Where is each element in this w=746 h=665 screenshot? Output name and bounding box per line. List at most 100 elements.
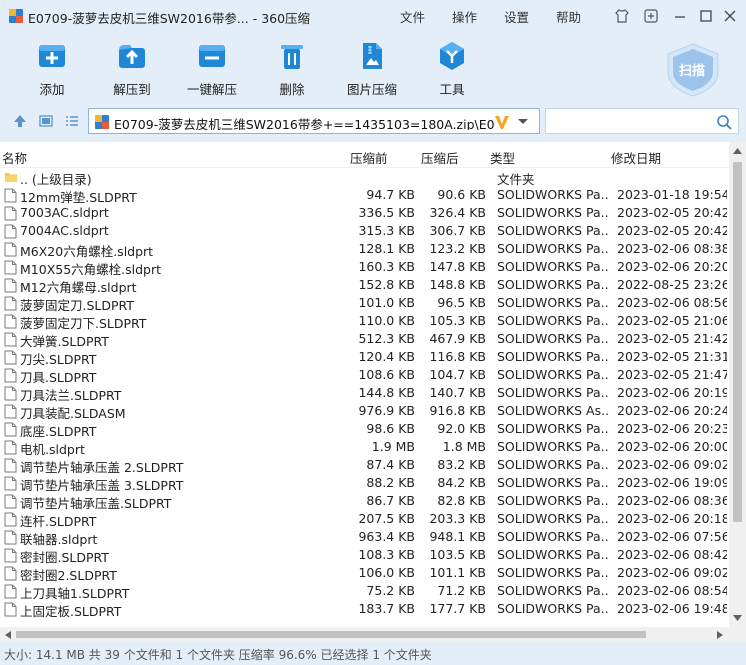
horizontal-scrollbar[interactable]: [0, 627, 729, 642]
address-field[interactable]: E0709-菠萝去皮机三维SW2016带参+==1435103=180A.zip…: [88, 108, 540, 134]
file-modified-date: 2023-02-06 08:56: [617, 295, 727, 310]
file-row[interactable]: M12六角螺母.sldprt 152.8 KB 148.8 KB SOLIDWORKS…: [0, 276, 728, 295]
col-date-header[interactable]: 修改日期: [611, 148, 661, 167]
image-compress-label: 图片压缩: [346, 82, 397, 97]
file-row[interactable]: 密封圈.SLDPRT 108.3 KB 103.5 KB SOLIDWORKS Pa.…: [0, 546, 728, 565]
file-original-size: 177.7 KB: [429, 601, 486, 616]
file-compressed-size: 976.9 KB: [358, 403, 415, 418]
file-row[interactable]: M10X55六角螺栓.sldprt 160.3 KB 147.8 KB SOLIDWO…: [0, 258, 728, 277]
file-row[interactable]: 菠萝固定刀下.SLDPRT 110.0 KB 105.3 KB SOLIDWORKS …: [0, 312, 728, 331]
menu-file[interactable]: 文件: [400, 7, 425, 26]
search-box: [545, 108, 739, 134]
file-compressed-size: 315.3 KB: [358, 223, 415, 238]
file-compressed-size: 512.3 KB: [358, 331, 415, 346]
file-original-size: 467.9 KB: [429, 331, 486, 346]
file-icon: [4, 512, 18, 527]
file-modified-date: 2023-02-05 20:42: [617, 223, 727, 238]
file-compressed-size: 128.1 KB: [358, 241, 415, 256]
menu-operate[interactable]: 操作: [452, 7, 477, 26]
col-original-header[interactable]: 压缩后: [421, 148, 459, 167]
vertical-scrollbar[interactable]: [729, 142, 746, 627]
thumbnail-view-icon[interactable]: [38, 113, 54, 129]
file-icon: [4, 278, 18, 293]
menu-settings[interactable]: 设置: [504, 7, 529, 26]
file-row[interactable]: 刀具.SLDPRT 108.6 KB 104.7 KB SOLIDWORKS Pa..…: [0, 366, 728, 385]
minimize-icon[interactable]: [672, 8, 688, 24]
file-row[interactable]: 刀具装配.SLDASM 976.9 KB 916.8 KB SOLIDWORKS As…: [0, 402, 728, 421]
file-row[interactable]: 12mm弹垫.SLDPRT 94.7 KB 90.6 KB SOLIDWORKS Pa…: [0, 186, 728, 205]
file-original-size: 948.1 KB: [429, 529, 486, 544]
extract-to-button[interactable]: 解压到: [92, 40, 172, 98]
file-original-size: 71.2 KB: [437, 583, 486, 598]
col-type-header[interactable]: 类型: [490, 148, 515, 167]
up-arrow-icon[interactable]: [12, 113, 28, 129]
scroll-left-arrow-icon[interactable]: [5, 631, 11, 639]
file-modified-date: 2023-02-05 21:42: [617, 331, 727, 346]
verified-v-icon[interactable]: [493, 113, 511, 131]
file-row[interactable]: M6X20六角螺栓.sldprt 128.1 KB 123.2 KB SOLIDWOR…: [0, 240, 728, 259]
image-compress-button[interactable]: 图片压缩: [332, 40, 412, 98]
file-original-size: 148.8 KB: [429, 277, 486, 292]
file-row[interactable]: 上刀具轴1.SLDPRT 75.2 KB 71.2 KB SOLIDWORKS Pa.…: [0, 582, 728, 601]
file-type: SOLIDWORKS Pa...: [497, 205, 609, 220]
file-icon: [4, 260, 18, 275]
file-row[interactable]: 大弹簧.SLDPRT 512.3 KB 467.9 KB SOLIDWORKS Pa.…: [0, 330, 728, 349]
file-modified-date: 2023-02-06 09:02: [617, 457, 727, 472]
file-original-size: 147.8 KB: [429, 259, 486, 274]
delete-button[interactable]: 删除: [252, 40, 332, 98]
file-icon: [4, 224, 18, 239]
search-icon[interactable]: [716, 114, 732, 130]
maximize-icon[interactable]: [698, 8, 714, 24]
chevron-down-icon[interactable]: [517, 118, 529, 126]
file-row[interactable]: 密封圈2.SLDPRT 106.0 KB 101.1 KB SOLIDWORKS Pa…: [0, 564, 728, 583]
file-icon: [4, 548, 18, 563]
file-row[interactable]: 调节垫片轴承压盖 3.SLDPRT 88.2 KB 84.2 KB SOLIDWORK…: [0, 474, 728, 493]
list-view-icon[interactable]: [64, 113, 80, 129]
file-original-size: 96.5 KB: [437, 295, 486, 310]
file-row[interactable]: 刀具法兰.SLDPRT 144.8 KB 140.7 KB SOLIDWORKS Pa…: [0, 384, 728, 403]
feedback-icon[interactable]: [643, 8, 659, 24]
search-input[interactable]: [550, 112, 710, 130]
file-compressed-size: 108.3 KB: [358, 547, 415, 562]
file-row[interactable]: 调节垫片轴承压盖.SLDPRT 86.7 KB 82.8 KB SOLIDWORKS …: [0, 492, 728, 511]
file-row[interactable]: 7004AC.sldprt 315.3 KB 306.7 KB SOLIDWORKS …: [0, 222, 728, 240]
file-row[interactable]: 底座.SLDPRT 98.6 KB 92.0 KB SOLIDWORKS Pa... 2…: [0, 420, 728, 439]
scroll-up-arrow-icon[interactable]: [733, 148, 742, 154]
col-name-header[interactable]: 名称: [2, 148, 27, 167]
file-icon: [4, 440, 18, 455]
scroll-right-arrow-icon[interactable]: [717, 631, 723, 639]
file-row[interactable]: .. (上级目录) 文件夹: [0, 168, 728, 187]
file-row[interactable]: 刀尖.SLDPRT 120.4 KB 116.8 KB SOLIDWORKS Pa..…: [0, 348, 728, 367]
file-row[interactable]: 联轴器.sldprt 963.4 KB 948.1 KB SOLIDWORKS Pa.…: [0, 528, 728, 547]
file-modified-date: 2022-08-25 23:26: [617, 277, 727, 292]
file-row[interactable]: 7003AC.sldprt 336.5 KB 326.4 KB SOLIDWORKS …: [0, 204, 728, 222]
vertical-scroll-thumb[interactable]: [733, 162, 742, 522]
file-row[interactable]: 菠萝固定刀.SLDPRT 101.0 KB 96.5 KB SOLIDWORKS Pa…: [0, 294, 728, 313]
file-original-size: 92.0 KB: [437, 421, 486, 436]
file-row[interactable]: 上固定板.SLDPRT 183.7 KB 177.7 KB SOLIDWORKS Pa…: [0, 600, 728, 619]
col-compressed-header[interactable]: 压缩前: [350, 148, 388, 167]
address-row: E0709-菠萝去皮机三维SW2016带参+==1435103=180A.zip…: [0, 100, 746, 142]
one-click-extract-button[interactable]: 一键解压: [172, 40, 252, 98]
zip-archive-icon: [95, 115, 109, 129]
window-title: E0709-菠萝去皮机三维SW2016带参... - 360压缩: [28, 11, 311, 26]
file-row[interactable]: 调节垫片轴承压盖 2.SLDPRT 87.4 KB 83.2 KB SOLIDWORK…: [0, 456, 728, 475]
file-modified-date: 2023-02-06 08:54: [617, 583, 727, 598]
file-original-size: 101.1 KB: [429, 565, 486, 580]
file-row[interactable]: 电机.sldprt 1.9 MB 1.8 MB SOLIDWORKS Pa... 202…: [0, 438, 728, 457]
file-compressed-size: 110.0 KB: [358, 313, 415, 328]
file-row[interactable]: 连杆.SLDPRT 207.5 KB 203.3 KB SOLIDWORKS Pa..…: [0, 510, 728, 529]
close-icon[interactable]: [722, 8, 738, 24]
skin-shirt-icon[interactable]: [614, 8, 630, 24]
extract-to-icon: [119, 45, 145, 68]
tools-button[interactable]: 工具: [412, 40, 492, 98]
toolbar: 添加 解压到 一键解压 删除 图片压缩 工具 扫描: [0, 32, 746, 100]
scan-button[interactable]: 扫描: [664, 42, 722, 98]
add-button[interactable]: 添加: [12, 40, 92, 98]
horizontal-scroll-thumb[interactable]: [16, 631, 646, 638]
scroll-down-arrow-icon[interactable]: [733, 615, 742, 621]
menu-help[interactable]: 帮助: [556, 7, 581, 26]
file-modified-date: 2023-02-06 19:48: [617, 601, 727, 616]
file-compressed-size: 160.3 KB: [358, 259, 415, 274]
file-original-size: 90.6 KB: [437, 187, 486, 202]
